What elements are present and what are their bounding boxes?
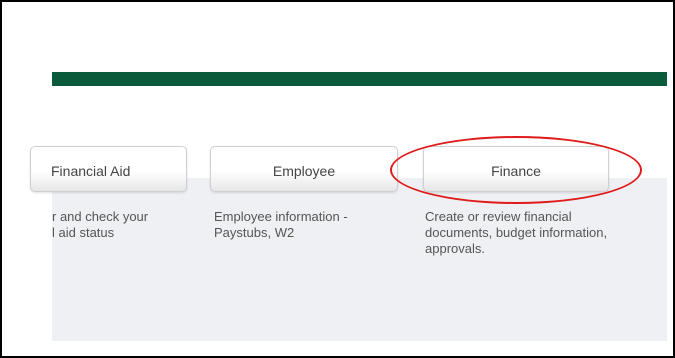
tab-employee-label: Employee — [272, 163, 336, 179]
financial-aid-description: r and check your l aid status — [52, 209, 149, 240]
header-green-bar — [52, 72, 667, 86]
tab-financial-aid[interactable]: Financial Aid — [30, 146, 187, 192]
finance-description: Create or review financial documents, bu… — [425, 209, 608, 256]
content-panel — [52, 178, 667, 341]
tab-financial-aid-label: Financial Aid — [51, 163, 131, 179]
employee-description: Employee information - Paystubs, W2 — [214, 209, 348, 240]
red-highlight-ellipse — [390, 136, 642, 204]
tab-employee[interactable]: Employee — [210, 146, 398, 192]
